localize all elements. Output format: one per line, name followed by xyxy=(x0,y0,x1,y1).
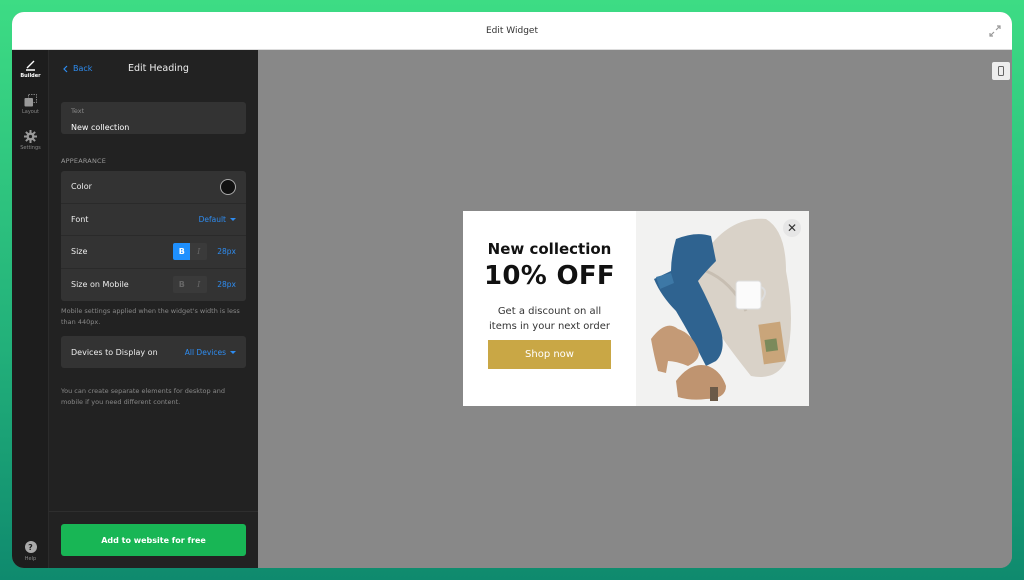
bold-toggle[interactable]: B xyxy=(173,243,191,261)
text-field[interactable]: Text xyxy=(61,102,246,134)
add-to-website-button[interactable]: Add to website for free xyxy=(61,524,246,556)
appearance-label: APPEARANCE xyxy=(61,157,107,165)
close-icon: ✕ xyxy=(786,221,798,235)
size-mobile-value[interactable]: 28px xyxy=(217,280,236,289)
close-button[interactable]: ✕ xyxy=(783,219,801,237)
back-button[interactable]: Back xyxy=(63,64,92,73)
mobile-hint: Mobile settings applied when the widget'… xyxy=(61,307,240,326)
font-dropdown[interactable]: Default xyxy=(199,215,236,224)
devices-value: All Devices xyxy=(184,347,226,357)
rail-item-settings[interactable]: Settings xyxy=(12,130,49,151)
panel-title: Edit Heading xyxy=(128,63,189,74)
clothing-flatlay-image xyxy=(636,211,809,406)
caret-down-icon xyxy=(230,217,236,221)
devices-label: Devices to Display on xyxy=(71,347,158,357)
style-toggle-group: B I xyxy=(173,243,208,261)
chevron-left-icon xyxy=(63,65,68,72)
font-row: Font Default xyxy=(61,204,246,236)
mobile-icon xyxy=(998,66,1004,76)
expand-icon[interactable] xyxy=(988,24,1002,38)
preview-canvas: New collection 10% OFF Get a discount on… xyxy=(258,50,1012,568)
text-field-label: Text xyxy=(71,107,85,115)
mobile-italic-toggle[interactable]: I xyxy=(190,276,208,294)
popup-heading[interactable]: New collection xyxy=(488,240,612,258)
panel-footer: Add to website for free xyxy=(49,511,258,568)
editor-window: Edit Widget Builder Layout Settings ? He… xyxy=(12,12,1012,568)
mobile-preview-toggle[interactable] xyxy=(992,62,1010,80)
shop-now-button[interactable]: Shop now xyxy=(488,340,611,369)
color-label: Color xyxy=(71,182,92,192)
popup-image: ✕ xyxy=(636,211,809,406)
sidebar-rail: Builder Layout Settings ? Help xyxy=(12,50,49,568)
size-mobile-row: Size on Mobile B I 28px xyxy=(61,269,246,302)
color-row: Color xyxy=(61,171,246,204)
rail-item-label: Layout xyxy=(22,109,39,115)
layers-icon xyxy=(24,94,37,107)
popup-content: New collection 10% OFF Get a discount on… xyxy=(463,211,636,406)
devices-dropdown[interactable]: All Devices xyxy=(185,348,236,357)
popup-description[interactable]: Get a discount on all items in your next… xyxy=(485,305,615,334)
panel-header: Back Edit Heading xyxy=(49,63,258,76)
font-value: Default xyxy=(198,214,226,224)
pencil-icon xyxy=(26,60,35,71)
rail-item-label: Builder xyxy=(20,73,41,79)
help-button[interactable]: ? Help xyxy=(12,541,49,562)
help-label: Help xyxy=(24,556,37,562)
mobile-style-toggle-group: B I xyxy=(173,276,208,294)
text-input[interactable] xyxy=(71,123,236,132)
font-label: Font xyxy=(71,214,89,224)
widget-popup: New collection 10% OFF Get a discount on… xyxy=(463,211,809,406)
mobile-bold-toggle[interactable]: B xyxy=(173,276,191,294)
appearance-group: Color Font Default Size B I 28px Size on… xyxy=(61,171,246,301)
size-value[interactable]: 28px xyxy=(217,247,236,256)
popup-offer[interactable]: 10% OFF xyxy=(484,261,615,291)
size-mobile-label: Size on Mobile xyxy=(71,280,129,290)
rail-item-builder[interactable]: Builder xyxy=(12,58,49,79)
rail-item-label: Settings xyxy=(20,145,41,151)
window-title: Edit Widget xyxy=(486,25,538,36)
rail-item-layout[interactable]: Layout xyxy=(12,94,49,115)
devices-row: Devices to Display on All Devices xyxy=(61,336,246,368)
help-icon: ? xyxy=(24,541,37,553)
italic-toggle[interactable]: I xyxy=(190,243,208,261)
title-bar: Edit Widget xyxy=(12,12,1012,50)
edit-panel: Back Edit Heading Text APPEARANCE Color … xyxy=(49,50,258,568)
size-row: Size B I 28px xyxy=(61,236,246,269)
gear-icon xyxy=(24,130,37,143)
size-label: Size xyxy=(71,247,88,257)
color-swatch[interactable] xyxy=(220,178,236,195)
back-label: Back xyxy=(73,64,93,73)
devices-hint: You can create separate elements for des… xyxy=(61,387,225,406)
caret-down-icon xyxy=(230,350,236,354)
